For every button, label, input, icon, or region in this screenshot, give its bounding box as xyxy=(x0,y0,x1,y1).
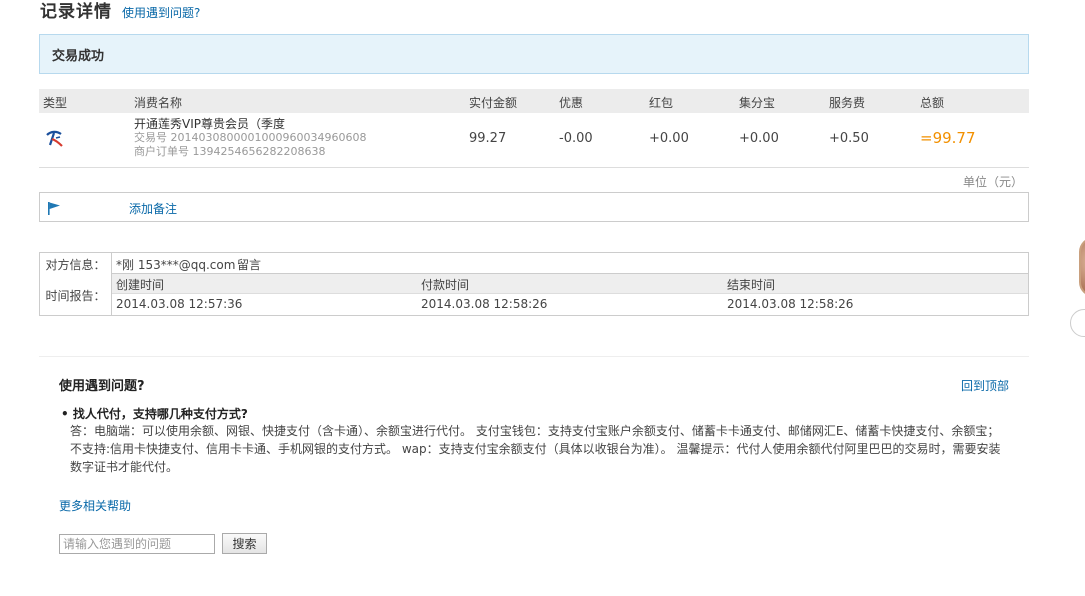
help-panel: 使用遇到问题? 回到顶部 • 找人代付，支持哪几种支付方式? 答：电脑端：可以使… xyxy=(39,356,1029,576)
header-jifenbao: 集分宝 xyxy=(739,96,776,110)
info-table: 对方信息： 时间报告： *刚 153***@qq.com 留言 创建时间 付款时… xyxy=(39,252,1029,316)
service-fee-amount: +0.50 xyxy=(829,131,869,146)
back-to-top-link[interactable]: 回到顶部 xyxy=(961,377,1009,394)
end-time-header: 结束时间 xyxy=(727,278,776,292)
paid-time-header: 付款时间 xyxy=(421,278,470,292)
help-search-button[interactable]: 搜索 xyxy=(222,533,267,554)
header-paid: 实付金额 xyxy=(469,96,518,110)
faq-question[interactable]: • 找人代付，支持哪几种支付方式? xyxy=(61,405,248,422)
end-time-value: 2014.03.08 12:58:26 xyxy=(727,297,854,311)
alipay-logo-icon xyxy=(46,130,63,147)
help-search-input[interactable] xyxy=(59,534,215,554)
side-float-button[interactable] xyxy=(1070,309,1085,337)
header-red-packet: 红包 xyxy=(649,96,674,110)
help-title: 使用遇到问题? xyxy=(59,379,145,394)
header-discount: 优惠 xyxy=(559,96,584,110)
created-time-header: 创建时间 xyxy=(116,278,165,292)
header-total: 总额 xyxy=(920,96,945,110)
jifenbao-amount: +0.00 xyxy=(739,131,779,146)
counterparty-value: *刚 153***@qq.com xyxy=(116,258,236,272)
header-name: 消费名称 xyxy=(134,96,183,110)
created-time-value: 2014.03.08 12:57:36 xyxy=(116,297,243,311)
help-top-link[interactable]: 使用遇到问题? xyxy=(122,4,200,22)
faq-answer: 答：电脑端：可以使用余额、网银、快捷支付（含卡通）、余额宝进行代付。 支付宝钱包… xyxy=(70,424,1001,474)
total-amount: =99.77 xyxy=(920,129,976,147)
counterparty-label: 对方信息： xyxy=(45,258,106,272)
side-avatar[interactable] xyxy=(1079,237,1085,297)
trade-number: 交易号 2014030800001000960034960608 xyxy=(134,131,367,144)
record-table: 类型 消费名称 实付金额 优惠 红包 集分宝 服务费 总额 开通莲秀VIP尊贵会… xyxy=(39,89,1029,168)
page-title: 记录详情 xyxy=(40,2,112,22)
status-text: 交易成功 xyxy=(52,48,105,64)
paid-amount: 99.27 xyxy=(469,131,507,146)
red-packet-amount: +0.00 xyxy=(649,131,689,146)
time-report-label: 时间报告： xyxy=(45,289,106,303)
unit-label: 单位（元） xyxy=(963,175,1024,189)
flag-icon xyxy=(48,202,60,215)
item-details: 开通莲秀VIP尊贵会员（季度 交易号 201403080000100096003… xyxy=(134,117,366,159)
table-header-row: 类型 消费名称 实付金额 优惠 红包 集分宝 服务费 总额 xyxy=(39,89,1029,113)
time-value-row: 2014.03.08 12:57:36 2014.03.08 12:58:26 … xyxy=(112,294,1028,315)
remark-box: 添加备注 xyxy=(39,192,1029,222)
order-number: 商户订单号 1394254656282208638 xyxy=(134,145,326,158)
table-row: 开通莲秀VIP尊贵会员（季度 交易号 201403080000100096003… xyxy=(39,113,1029,167)
discount-amount: -0.00 xyxy=(559,131,593,146)
more-help-link[interactable]: 更多相关帮助 xyxy=(59,497,131,514)
time-header-row: 创建时间 付款时间 结束时间 xyxy=(112,274,1028,294)
add-remark-link[interactable]: 添加备注 xyxy=(129,200,177,217)
header-service-fee: 服务费 xyxy=(829,96,866,110)
item-name: 开通莲秀VIP尊贵会员（季度 xyxy=(134,117,285,131)
status-banner: 交易成功 xyxy=(39,34,1029,74)
counterparty-row: *刚 153***@qq.com 留言 xyxy=(112,253,1028,274)
header-type: 类型 xyxy=(43,96,68,110)
page-header: 记录详情 使用遇到问题? xyxy=(40,0,200,22)
message-link[interactable]: 留言 xyxy=(237,256,261,273)
paid-time-value: 2014.03.08 12:58:26 xyxy=(421,297,548,311)
